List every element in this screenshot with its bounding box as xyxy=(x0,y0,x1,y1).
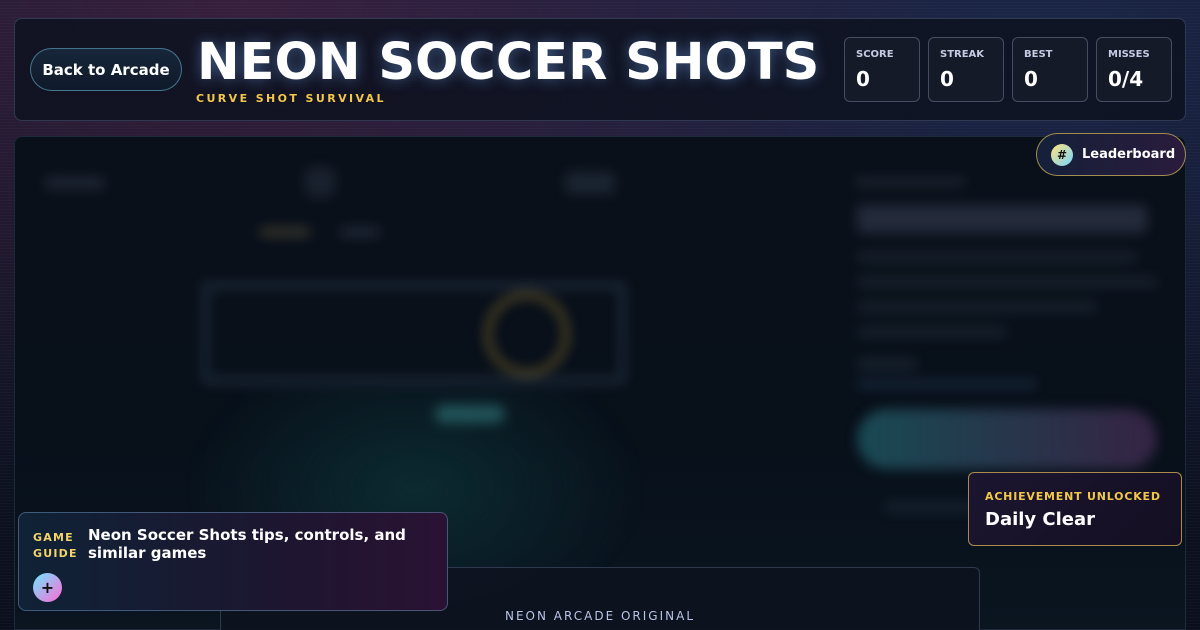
best-value: 0 xyxy=(1024,67,1038,91)
score-value: 0 xyxy=(856,67,870,91)
back-to-arcade-button[interactable]: Back to Arcade xyxy=(30,48,182,91)
footer-label: NEON ARCADE ORIGINAL xyxy=(505,609,695,623)
misses-stat: MISSES 0/4 xyxy=(1096,37,1172,102)
game-guide-text: Neon Soccer Shots tips, controls, and si… xyxy=(88,526,406,562)
streak-stat: STREAK 0 xyxy=(928,37,1004,102)
achievement-toast: ACHIEVEMENT UNLOCKED Daily Clear xyxy=(968,472,1182,546)
game-title: NEON SOCCER SHOTS xyxy=(197,33,820,92)
achievement-title: Daily Clear xyxy=(985,509,1096,530)
misses-label: MISSES xyxy=(1108,49,1150,60)
misses-value: 0/4 xyxy=(1108,67,1144,91)
expand-guide-button[interactable]: + xyxy=(33,573,62,602)
game-guide-tag: GAME GUIDE xyxy=(33,531,78,560)
best-label: BEST xyxy=(1024,49,1053,60)
score-label: SCORE xyxy=(856,49,894,60)
leaderboard-label: Leaderboard xyxy=(1082,147,1176,162)
streak-label: STREAK xyxy=(940,49,985,60)
game-guide-card[interactable]: GAME GUIDE Neon Soccer Shots tips, contr… xyxy=(18,512,448,611)
streak-value: 0 xyxy=(940,67,954,91)
hash-icon: # xyxy=(1051,143,1073,166)
achievement-label: ACHIEVEMENT UNLOCKED xyxy=(985,490,1161,503)
game-subtitle: CURVE SHOT SURVIVAL xyxy=(196,92,386,105)
game-header: Back to Arcade NEON SOCCER SHOTS CURVE S… xyxy=(14,18,1186,121)
plus-icon: + xyxy=(40,578,55,597)
score-stat: SCORE 0 xyxy=(844,37,920,102)
leaderboard-button[interactable]: # Leaderboard xyxy=(1036,133,1186,176)
best-stat: BEST 0 xyxy=(1012,37,1088,102)
